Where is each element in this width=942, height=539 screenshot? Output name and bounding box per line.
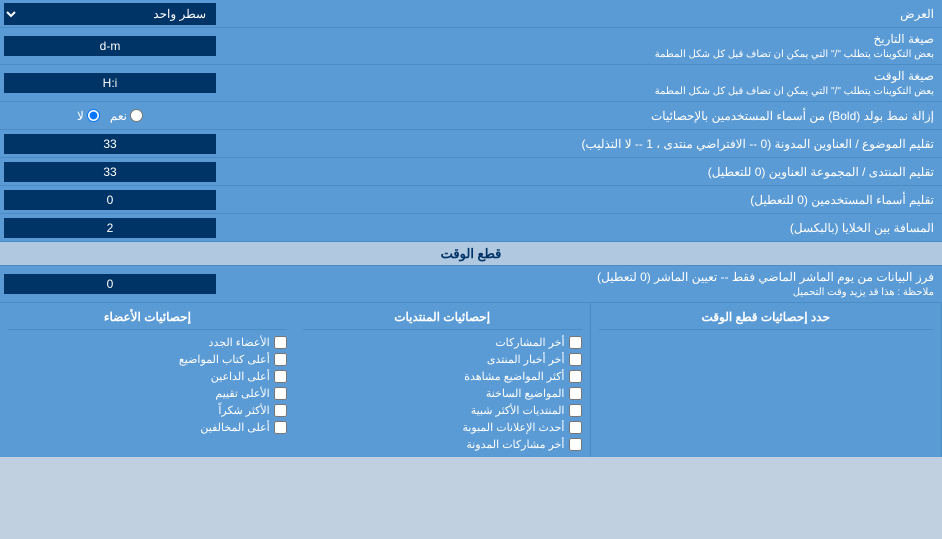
topic-titles-input-wrap[interactable] xyxy=(0,132,220,156)
member-stat-4-cb[interactable] xyxy=(274,387,287,400)
usernames-input-wrap[interactable] xyxy=(0,188,220,212)
usernames-row: تقليم أسماء المستخدمين (0 للتعطيل) xyxy=(0,186,942,214)
cell-spacing-input[interactable] xyxy=(4,218,216,238)
member-stat-1-cb[interactable] xyxy=(274,336,287,349)
display-select[interactable]: سطر واحد xyxy=(4,3,216,25)
bold-remove-yes[interactable]: نعم xyxy=(110,109,143,123)
forum-stat-5[interactable]: المنتديات الأكثر شبية xyxy=(303,402,582,419)
topic-titles-label: تقليم الموضوع / العناوين المدونة (0 -- ا… xyxy=(220,133,942,155)
member-stat-1[interactable]: الأعضاء الجدد xyxy=(8,334,287,351)
header-label: العرض xyxy=(220,3,942,25)
forum-stat-4-cb[interactable] xyxy=(569,387,582,400)
forum-stat-4[interactable]: المواضيع الساخنة xyxy=(303,385,582,402)
member-stats-col: إحصائيات الأعضاء الأعضاء الجدد أعلى كتاب… xyxy=(0,303,295,457)
member-stats-title: إحصائيات الأعضاء xyxy=(8,307,287,330)
forum-titles-input-wrap[interactable] xyxy=(0,160,220,184)
date-format-input-wrap[interactable] xyxy=(0,34,220,58)
forum-stats-col: إحصائيات المنتديات أخر المشاركات أخر أخب… xyxy=(295,303,591,457)
forum-stat-7[interactable]: أخر مشاركات المدونة xyxy=(303,436,582,453)
member-stat-3[interactable]: أعلى الداعين xyxy=(8,368,287,385)
main-container: العرض سطر واحد صيغة التاريخ بعض التكوينا… xyxy=(0,0,942,457)
forum-stat-7-cb[interactable] xyxy=(569,438,582,451)
forum-stat-3-cb[interactable] xyxy=(569,370,582,383)
forum-stat-6[interactable]: أحدث الإعلانات المبوبة xyxy=(303,419,582,436)
topic-titles-input[interactable] xyxy=(4,134,216,154)
forum-stat-3[interactable]: أكثر المواضيع مشاهدة xyxy=(303,368,582,385)
forum-titles-label: تقليم المنتدى / المجموعة العناوين (0 للت… xyxy=(220,161,942,183)
cut-time-section-title: قطع الوقت xyxy=(0,242,942,266)
usernames-input[interactable] xyxy=(4,190,216,210)
time-format-row: صيغة الوقت بعض التكوينات يتطلب "/" التي … xyxy=(0,65,942,102)
forum-stat-2-cb[interactable] xyxy=(569,353,582,366)
member-stat-2[interactable]: أعلى كتاب المواضيع xyxy=(8,351,287,368)
forum-stat-2[interactable]: أخر أخبار المنتدى xyxy=(303,351,582,368)
bold-no-radio[interactable] xyxy=(87,109,100,122)
forum-stat-1-cb[interactable] xyxy=(569,336,582,349)
forum-stat-1[interactable]: أخر المشاركات xyxy=(303,334,582,351)
topic-titles-row: تقليم الموضوع / العناوين المدونة (0 -- ا… xyxy=(0,130,942,158)
cut-time-input-wrap[interactable] xyxy=(0,272,220,296)
cut-time-label: فرز البيانات من يوم الماشر الماضي فقط --… xyxy=(220,266,942,302)
forum-stats-title: إحصائيات المنتديات xyxy=(303,307,582,330)
forum-stat-6-cb[interactable] xyxy=(569,421,582,434)
forum-titles-input[interactable] xyxy=(4,162,216,182)
cell-spacing-input-wrap[interactable] xyxy=(0,216,220,240)
header-row: العرض سطر واحد xyxy=(0,0,942,28)
forum-titles-row: تقليم المنتدى / المجموعة العناوين (0 للت… xyxy=(0,158,942,186)
stats-limit-label: حدد إحصائيات قطع الوقت xyxy=(599,307,934,330)
time-format-input-wrap[interactable] xyxy=(0,71,220,95)
usernames-label: تقليم أسماء المستخدمين (0 للتعطيل) xyxy=(220,189,942,211)
bold-remove-radio-group[interactable]: نعم لا xyxy=(0,107,220,125)
bold-remove-row: إزالة نمط بولد (Bold) من أسماء المستخدمي… xyxy=(0,102,942,130)
display-select-wrap[interactable]: سطر واحد xyxy=(0,1,220,27)
date-format-input[interactable] xyxy=(4,36,216,56)
member-stat-6-cb[interactable] xyxy=(274,421,287,434)
cell-spacing-label: المسافة بين الخلايا (بالبكسل) xyxy=(220,217,942,239)
cut-time-input[interactable] xyxy=(4,274,216,294)
bold-remove-no[interactable]: لا xyxy=(77,109,100,123)
date-format-label: صيغة التاريخ بعض التكوينات يتطلب "/" الت… xyxy=(220,28,942,64)
stats-limit-col: حدد إحصائيات قطع الوقت xyxy=(591,303,942,457)
date-format-row: صيغة التاريخ بعض التكوينات يتطلب "/" الت… xyxy=(0,28,942,65)
member-stat-2-cb[interactable] xyxy=(274,353,287,366)
cut-time-row: فرز البيانات من يوم الماشر الماضي فقط --… xyxy=(0,266,942,303)
time-format-input[interactable] xyxy=(4,73,216,93)
time-format-label: صيغة الوقت بعض التكوينات يتطلب "/" التي … xyxy=(220,65,942,101)
stats-bottom: حدد إحصائيات قطع الوقت إحصائيات المنتديا… xyxy=(0,303,942,457)
member-stat-5-cb[interactable] xyxy=(274,404,287,417)
member-stat-6[interactable]: أعلى المخالفين xyxy=(8,419,287,436)
bold-remove-label: إزالة نمط بولد (Bold) من أسماء المستخدمي… xyxy=(220,105,942,127)
member-stat-3-cb[interactable] xyxy=(274,370,287,383)
member-stat-4[interactable]: الأعلى تقييم xyxy=(8,385,287,402)
forum-stat-5-cb[interactable] xyxy=(569,404,582,417)
bold-yes-radio[interactable] xyxy=(130,109,143,122)
member-stat-5[interactable]: الأكثر شكراً xyxy=(8,402,287,419)
cell-spacing-row: المسافة بين الخلايا (بالبكسل) xyxy=(0,214,942,242)
